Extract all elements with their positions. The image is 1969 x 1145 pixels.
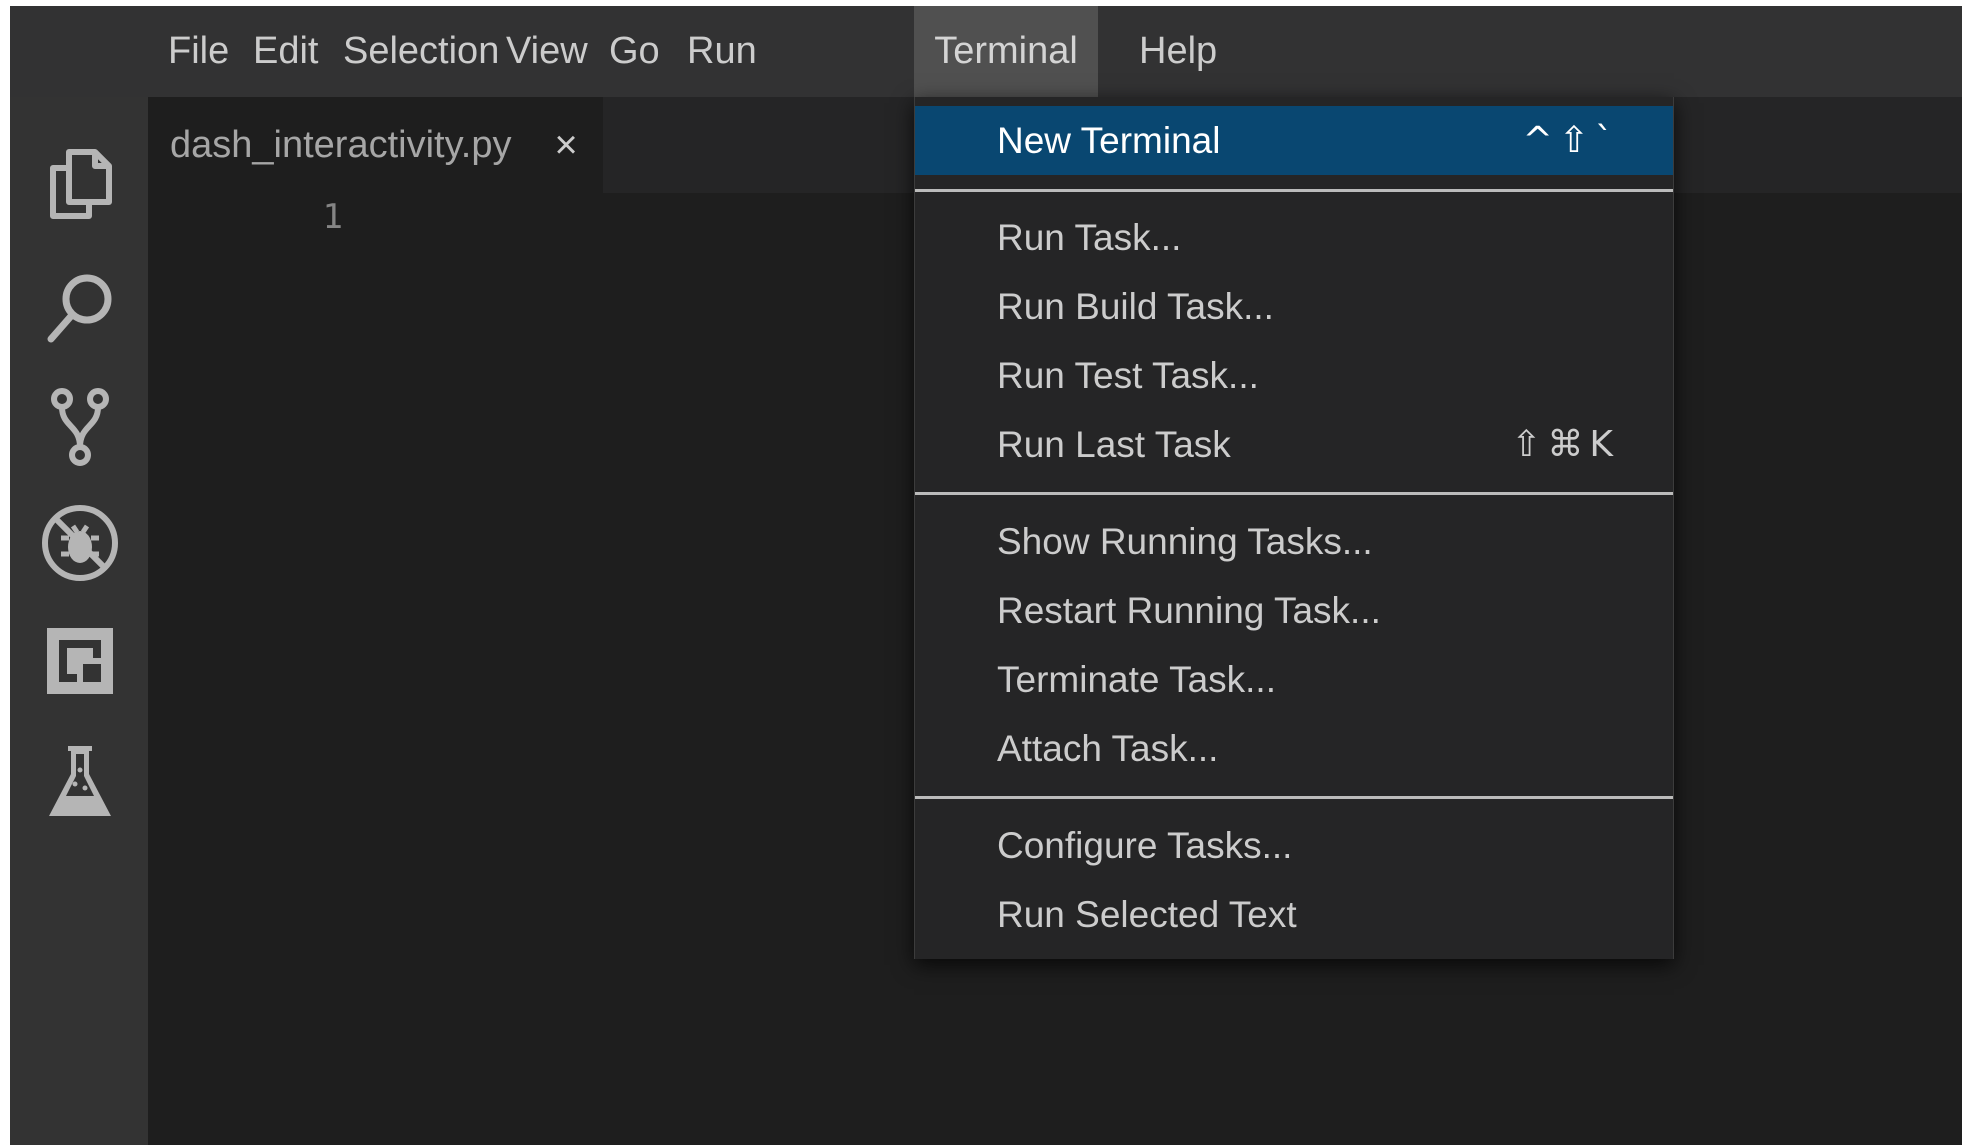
activity-bar bbox=[10, 97, 148, 1145]
search-icon[interactable] bbox=[39, 267, 121, 349]
menu-item-show-running-tasks[interactable]: Show Running Tasks... bbox=[915, 507, 1673, 576]
line-number: 1 bbox=[322, 197, 343, 237]
menu-item-label: Run Test Task... bbox=[997, 355, 1259, 396]
menu-separator bbox=[915, 796, 1673, 799]
menu-item-label: Run Last Task bbox=[997, 424, 1231, 465]
tab-label: dash_interactivity.py bbox=[170, 124, 512, 166]
menu-item-label: Run Task... bbox=[997, 217, 1182, 258]
close-icon[interactable]: × bbox=[544, 123, 588, 167]
menu-item-configure-tasks[interactable]: Configure Tasks... bbox=[915, 811, 1673, 880]
menu-item-run-selected-text[interactable]: Run Selected Text bbox=[915, 880, 1673, 949]
menu-bar: File Edit Selection View Go Run Terminal… bbox=[10, 6, 1962, 97]
explorer-icon[interactable] bbox=[39, 142, 121, 224]
menu-item-attach-task[interactable]: Attach Task... bbox=[915, 714, 1673, 783]
menu-separator bbox=[915, 189, 1673, 192]
terminal-menu-dropdown: New Terminal ^⇧` Run Task... Run Build T… bbox=[914, 97, 1674, 959]
menu-run[interactable]: Run bbox=[664, 6, 780, 97]
editor-tab[interactable]: dash_interactivity.py × bbox=[148, 97, 603, 193]
menu-item-label: Terminate Task... bbox=[997, 659, 1276, 700]
debug-icon[interactable] bbox=[39, 502, 121, 584]
menu-item-run-last-task[interactable]: Run Last Task ⇧⌘K bbox=[915, 410, 1673, 479]
menu-item-label: Attach Task... bbox=[997, 728, 1219, 769]
menu-item-label: New Terminal bbox=[997, 120, 1221, 161]
vscode-window: File Edit Selection View Go Run Terminal… bbox=[10, 6, 1962, 1145]
menu-item-restart-running-task[interactable]: Restart Running Task... bbox=[915, 576, 1673, 645]
menu-item-run-test-task[interactable]: Run Test Task... bbox=[915, 341, 1673, 410]
shortcut-label: ⇧⌘K bbox=[1511, 424, 1619, 465]
menu-help[interactable]: Help bbox=[1116, 6, 1240, 97]
menu-item-label: Run Build Task... bbox=[997, 286, 1274, 327]
menu-item-label: Restart Running Task... bbox=[997, 590, 1381, 631]
menu-item-new-terminal[interactable]: New Terminal ^⇧` bbox=[915, 106, 1673, 175]
menu-item-run-task[interactable]: Run Task... bbox=[915, 203, 1673, 272]
extensions-icon[interactable] bbox=[39, 620, 121, 702]
menu-separator bbox=[915, 492, 1673, 495]
source-control-icon[interactable] bbox=[39, 385, 121, 467]
testing-icon[interactable] bbox=[39, 740, 121, 822]
menu-terminal[interactable]: Terminal bbox=[914, 6, 1098, 97]
menu-item-terminate-task[interactable]: Terminate Task... bbox=[915, 645, 1673, 714]
shortcut-label: ^⇧` bbox=[1522, 120, 1619, 161]
menu-item-run-build-task[interactable]: Run Build Task... bbox=[915, 272, 1673, 341]
menu-item-label: Run Selected Text bbox=[997, 894, 1297, 935]
menu-item-label: Configure Tasks... bbox=[997, 825, 1293, 866]
menu-item-label: Show Running Tasks... bbox=[997, 521, 1373, 562]
